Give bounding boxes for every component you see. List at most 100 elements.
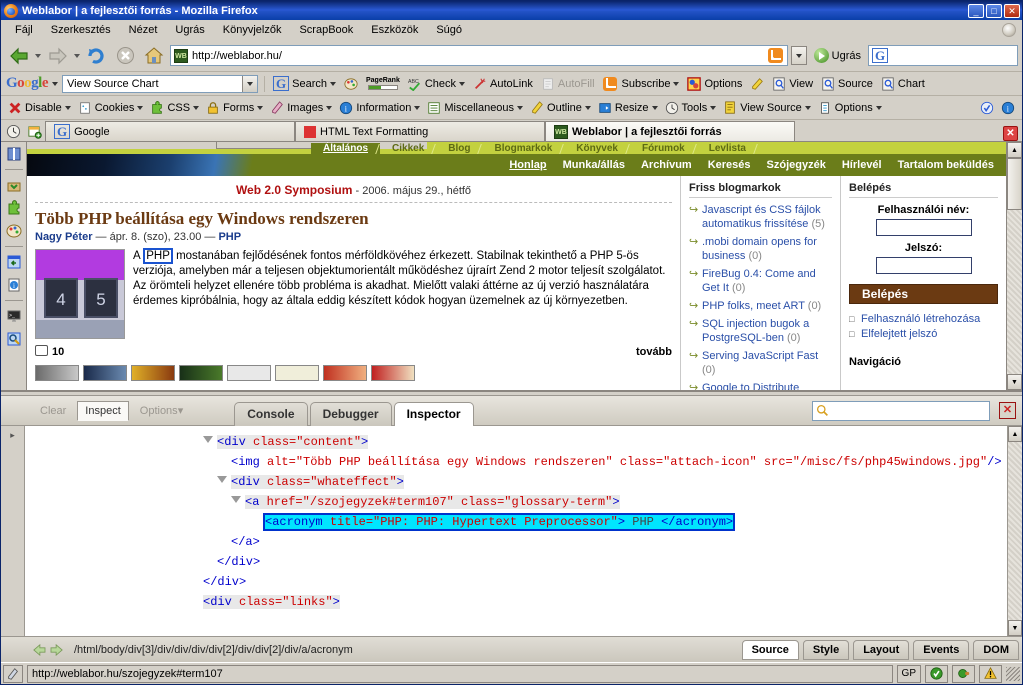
list-item[interactable]: .mobi domain opens for business (0): [689, 235, 832, 263]
wd-outline-button[interactable]: Outline: [528, 100, 593, 115]
google-autolink-button[interactable]: AutoLink: [471, 77, 535, 91]
menu-edit[interactable]: Szerkesztés: [43, 22, 119, 38]
code-line[interactable]: <div class="content">: [25, 432, 1007, 452]
tab-weblabor[interactable]: WB Weblabor | a fejlesztői forrás: [545, 121, 795, 141]
status-globe-icon[interactable]: [952, 664, 975, 683]
strip-thumb[interactable]: [35, 365, 79, 381]
strip-thumb[interactable]: [179, 365, 223, 381]
twisty-icon[interactable]: [203, 436, 213, 443]
site-nav-munka-allas[interactable]: Munka/állás: [563, 159, 625, 171]
chevron-down-icon[interactable]: [330, 81, 336, 86]
close-tab-button[interactable]: ✕: [1003, 126, 1018, 141]
site-tab-konyvek[interactable]: Könyvek: [564, 143, 630, 154]
google-search-select[interactable]: View Source Chart: [62, 74, 259, 93]
firebug-scrollbar[interactable]: ▲ ▼: [1007, 426, 1022, 636]
password-field[interactable]: [875, 257, 972, 274]
google-autofill-button[interactable]: AutoFill: [539, 77, 597, 91]
menu-right-icon[interactable]: [1002, 22, 1016, 37]
article-title[interactable]: Több PHP beállítása egy Windows rendszer…: [35, 209, 672, 229]
firebug-tab-inspector[interactable]: Inspector: [393, 401, 474, 426]
scroll-down-button[interactable]: ▼: [1008, 620, 1022, 636]
comment-count[interactable]: 10: [35, 345, 64, 358]
home-button[interactable]: [141, 43, 167, 69]
menu-help[interactable]: Súgó: [428, 22, 470, 38]
site-nav-szojegyzek[interactable]: Szójegyzék: [767, 159, 826, 171]
firebug-status-tab-events[interactable]: Events: [913, 639, 970, 660]
site-tab-forumok[interactable]: Fórumok: [630, 143, 697, 154]
google-palette-button[interactable]: [342, 77, 360, 91]
reload-button[interactable]: [83, 43, 109, 69]
status-shield-check-icon[interactable]: [925, 664, 948, 683]
code-line[interactable]: </div>: [25, 552, 1007, 572]
wd-disable-button[interactable]: Disable: [6, 101, 73, 115]
close-button[interactable]: ✕: [1004, 3, 1020, 18]
window-panel-icon[interactable]: [4, 252, 24, 272]
firebug-status-tab-source[interactable]: Source: [741, 639, 799, 660]
wd-resize-button[interactable]: Resize: [596, 101, 660, 115]
code-line[interactable]: </div>: [25, 572, 1007, 592]
list-item[interactable]: Javascript és CSS fájlok automatikus fri…: [689, 203, 832, 231]
forgot-password-link[interactable]: Elfelejtett jelszó: [849, 327, 998, 342]
vsc-chart-button[interactable]: Chart: [879, 76, 927, 91]
tab-google[interactable]: G Google: [45, 121, 295, 141]
scroll-up-button[interactable]: ▲: [1007, 142, 1022, 158]
crumb-back-icon[interactable]: [32, 643, 46, 656]
status-inspect-icon[interactable]: [3, 664, 23, 683]
code-line[interactable]: </a>: [25, 532, 1007, 552]
strip-thumb[interactable]: [227, 365, 271, 381]
scroll-up-button[interactable]: ▲: [1008, 426, 1022, 442]
firebug-inspect-button[interactable]: Inspect: [77, 400, 129, 421]
site-nav-kereses[interactable]: Keresés: [708, 159, 751, 171]
wd-miscellaneous-button[interactable]: Miscellaneous: [425, 101, 525, 115]
list-item[interactable]: PHP folks, meet ART (0): [689, 299, 832, 313]
url-input[interactable]: http://weblabor.hu/: [192, 50, 768, 62]
crumb-forward-icon[interactable]: [50, 643, 64, 656]
username-field[interactable]: [875, 219, 972, 236]
menu-go[interactable]: Ugrás: [167, 22, 212, 38]
glossary-term-php[interactable]: PHP: [143, 248, 173, 264]
firebug-tab-debugger[interactable]: Debugger: [309, 401, 392, 426]
palette-icon[interactable]: [4, 221, 24, 241]
menu-tools[interactable]: Eszközök: [363, 22, 426, 38]
list-item[interactable]: FireBug 0.4: Come and Get It (0): [689, 267, 832, 295]
wd-forms-button[interactable]: Forms: [204, 101, 265, 115]
firebug-search-box[interactable]: [812, 400, 990, 421]
html-source-tree[interactable]: <div class="content"> <img alt="Több PHP…: [25, 426, 1007, 636]
firebug-options-button[interactable]: Options▾: [132, 400, 191, 421]
code-line-selected[interactable]: <acronym title="PHP: PHP: Hypertext Prep…: [25, 512, 1007, 532]
minimize-button[interactable]: _: [968, 3, 984, 18]
status-gp-indicator[interactable]: GP: [896, 664, 921, 683]
forward-dropdown-icon[interactable]: [74, 53, 80, 58]
search-bar[interactable]: G: [868, 45, 1018, 66]
scroll-track[interactable]: [1007, 158, 1022, 374]
code-line[interactable]: <a href="/szojegyzek#term107" class="glo…: [25, 492, 1007, 512]
site-nav-tartalom-bekuldes[interactable]: Tartalom beküldés: [898, 159, 994, 171]
page-scrollbar[interactable]: ▲ ▼: [1006, 142, 1022, 390]
code-line[interactable]: <div class="whateffect">: [25, 472, 1007, 492]
firebug-clear-button[interactable]: Clear: [32, 401, 74, 421]
back-button[interactable]: [5, 43, 31, 69]
css-puzzle-icon[interactable]: [4, 198, 24, 218]
google-subscribe-button[interactable]: Subscribe: [601, 76, 682, 91]
google-menu-caret-icon[interactable]: [52, 81, 59, 86]
list-item[interactable]: Serving JavaScript Fast (0): [689, 349, 832, 377]
site-nav-hirlevel[interactable]: Hírlevél: [842, 159, 882, 171]
strip-thumb[interactable]: [131, 365, 175, 381]
stop-button[interactable]: [112, 43, 138, 69]
site-tab-levlista[interactable]: Levlista: [697, 143, 758, 154]
url-bar[interactable]: WB http://weblabor.hu/: [170, 45, 788, 66]
site-nav-archivum[interactable]: Archívum: [641, 159, 692, 171]
scroll-track[interactable]: [1008, 442, 1022, 620]
page-info-icon[interactable]: i: [4, 275, 24, 295]
code-line[interactable]: <div class="links">: [25, 592, 1007, 612]
back-dropdown-icon[interactable]: [35, 53, 41, 58]
menu-file[interactable]: Fájl: [7, 22, 41, 38]
wd-info-button[interactable]: i: [999, 101, 1017, 115]
scrapbook-box-icon[interactable]: [4, 175, 24, 195]
menu-bookmarks[interactable]: Könyvjelzők: [215, 22, 290, 38]
google-highlighter-button[interactable]: [748, 77, 766, 91]
menu-view[interactable]: Nézet: [121, 22, 166, 38]
chevron-down-icon[interactable]: [242, 75, 258, 92]
code-line[interactable]: <img alt="Több PHP beállítása egy Window…: [25, 452, 1007, 472]
url-dropdown-button[interactable]: [790, 46, 807, 65]
